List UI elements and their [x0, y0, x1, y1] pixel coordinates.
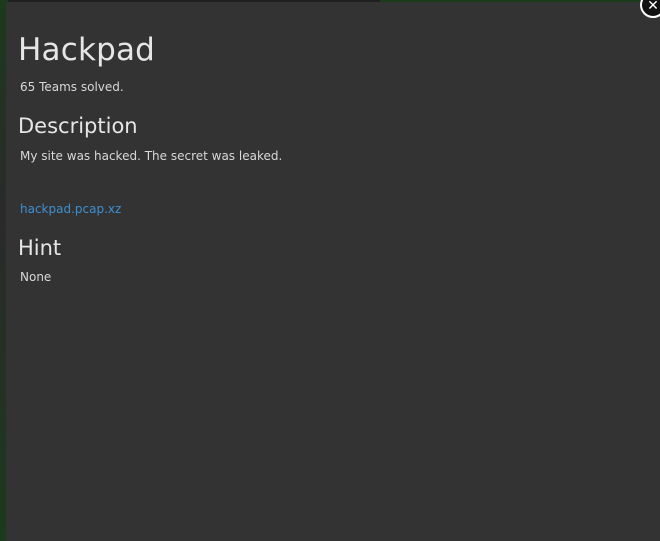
hint-text: None: [20, 270, 52, 284]
challenge-title: Hackpad: [18, 32, 156, 68]
hint-heading: Hint: [18, 236, 62, 260]
challenge-modal: ✕ Hackpad 65 Teams solved. Description M…: [6, 0, 660, 541]
close-icon: ✕: [647, 0, 659, 14]
close-button[interactable]: ✕: [640, 0, 660, 18]
solved-count: 65 Teams solved.: [20, 80, 124, 94]
description-text: My site was hacked. The secret was leake…: [20, 149, 283, 163]
description-heading: Description: [18, 114, 138, 138]
attachment-link[interactable]: hackpad.pcap.xz: [20, 202, 121, 216]
